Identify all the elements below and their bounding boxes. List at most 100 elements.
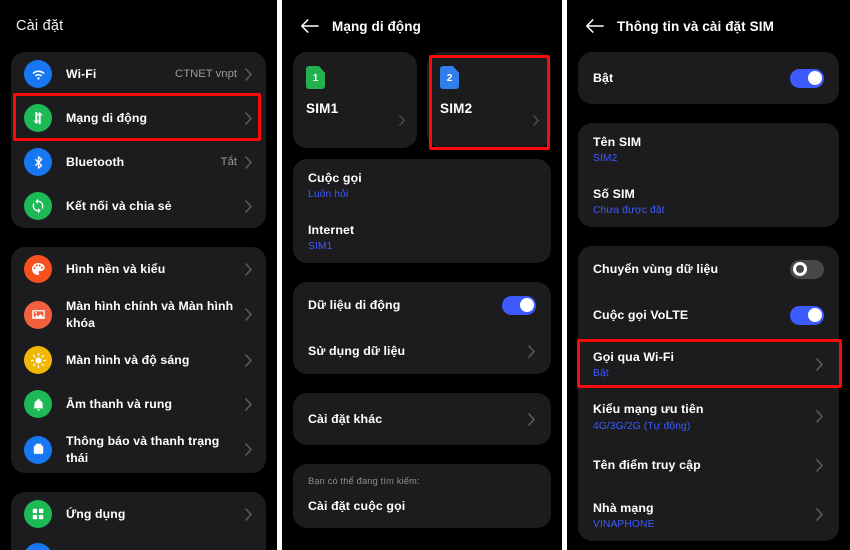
- row-data-usage[interactable]: Sử dụng dữ liệu: [293, 328, 551, 374]
- sidebar-item-label: Mạng di động: [66, 110, 148, 125]
- row-wifi-calling[interactable]: Gọi qua Wi-Fi Bật: [578, 338, 839, 390]
- page-title: Thông tin và cài đặt SIM: [617, 18, 774, 34]
- volte-toggle[interactable]: [790, 305, 824, 325]
- sidebar-item-wallpaper-style[interactable]: Hình nền và kiểu: [11, 247, 266, 291]
- settings-group-connectivity: Wi-Fi CTNET vnpt Mạng di động Bluetooth …: [11, 52, 266, 228]
- sim-tiles: 1 SIM1 2 SIM2: [282, 52, 562, 148]
- row-value: VINAPHONE: [593, 518, 655, 530]
- back-arrow-icon[interactable]: [583, 15, 605, 37]
- row-label: Gọi qua Wi-Fi: [593, 350, 675, 365]
- sidebar-item-wifi[interactable]: Wi-Fi CTNET vnpt: [11, 52, 266, 96]
- row-label: Internet: [308, 223, 355, 238]
- row-label: Nhà mạng: [593, 500, 654, 515]
- chevron-right-icon: [244, 397, 253, 412]
- row-value: 4G/3G/2G (Tự động): [593, 420, 691, 432]
- mobile-data-icon: [24, 104, 52, 132]
- row-label: Cài đặt khác: [308, 412, 383, 427]
- sidebar-item-label: Âm thanh và rung: [66, 396, 173, 411]
- sim-badge-number: 1: [312, 72, 319, 84]
- sidebar-item-label: Thông báo và thanh trạng thái: [66, 434, 220, 465]
- bell-icon: [24, 390, 52, 419]
- chevron-right-icon: [244, 507, 253, 522]
- sidebar-item-label: Ứng dụng: [66, 507, 126, 522]
- other-settings-card: Cài đặt khác: [293, 393, 551, 446]
- row-volte[interactable]: Cuộc gọi VoLTE: [578, 292, 839, 338]
- chevron-right-icon: [398, 114, 406, 132]
- share-icon: [24, 192, 52, 220]
- chevron-right-icon: [527, 412, 536, 427]
- sim-card-icon: 1: [306, 66, 325, 89]
- sidebar-item-apps[interactable]: Ứng dụng: [11, 492, 266, 536]
- row-value: SIM1: [308, 241, 333, 253]
- row-mobile-data[interactable]: Dữ liệu di động: [293, 282, 551, 328]
- partial-icon: [24, 543, 52, 550]
- sim-name: SIM2: [440, 101, 473, 116]
- row-value: Bật: [593, 368, 609, 380]
- sim-tile-1[interactable]: 1 SIM1: [293, 52, 417, 148]
- row-internet[interactable]: Internet SIM1: [293, 211, 551, 263]
- chevron-right-icon: [244, 111, 253, 126]
- sidebar-item-display-brightness[interactable]: Màn hình và độ sáng: [11, 338, 266, 382]
- sim-settings-card: Chuyển vùng dữ liệu Cuộc gọi VoLTE Gọi q…: [578, 246, 839, 541]
- row-calls[interactable]: Cuộc gọi Luôn hỏi: [293, 159, 551, 211]
- page-title: Mạng di động: [332, 18, 421, 34]
- chevron-right-icon: [244, 155, 253, 170]
- hint-value[interactable]: Cài đặt cuộc gọi: [308, 499, 536, 513]
- chevron-right-icon: [527, 344, 536, 359]
- row-label: Dữ liệu di động: [308, 298, 401, 313]
- row-data-roaming[interactable]: Chuyển vùng dữ liệu: [578, 246, 839, 292]
- row-label: Sử dụng dữ liệu: [308, 344, 406, 359]
- mobile-network-header: Mạng di động: [282, 0, 562, 52]
- row-other-settings[interactable]: Cài đặt khác: [293, 393, 551, 445]
- chevron-right-icon: [815, 409, 824, 424]
- chevron-right-icon: [815, 458, 824, 473]
- mobile-data-toggle[interactable]: [502, 295, 536, 315]
- sidebar-item-notifications-statusbar[interactable]: Thông báo và thanh trạng thái: [11, 426, 266, 473]
- wifi-value: CTNET vnpt: [175, 68, 237, 80]
- sidebar-item-label: Wi-Fi: [66, 66, 97, 81]
- sim-tile-2[interactable]: 2 SIM2: [427, 52, 551, 148]
- row-value: Chưa được đặt: [593, 205, 665, 217]
- sidebar-item-mobile-network[interactable]: Mạng di động: [11, 96, 266, 140]
- row-label: Cuộc gọi VoLTE: [593, 308, 689, 323]
- page-title: Cài đặt: [16, 18, 64, 34]
- data-roaming-toggle[interactable]: [790, 259, 824, 279]
- chevron-right-icon: [244, 442, 253, 457]
- row-access-point-names[interactable]: Tên điểm truy cập: [578, 443, 839, 489]
- chevron-right-icon: [532, 114, 540, 132]
- mobile-data-card: Dữ liệu di động Sử dụng dữ liệu: [293, 282, 551, 375]
- chevron-right-icon: [244, 307, 253, 322]
- row-label: Kiểu mạng ưu tiên: [593, 402, 704, 417]
- row-carrier[interactable]: Nhà mạng VINAPHONE: [578, 489, 839, 541]
- chevron-right-icon: [244, 199, 253, 214]
- sim-enable-toggle[interactable]: [790, 68, 824, 88]
- sidebar-item-label: Màn hình và độ sáng: [66, 352, 190, 367]
- settings-header: Cài đặt: [0, 0, 277, 52]
- row-label: Tên SIM: [593, 135, 642, 149]
- row-preferred-network-type[interactable]: Kiểu mạng ưu tiên 4G/3G/2G (Tự động): [578, 390, 839, 442]
- row-sim-number[interactable]: Số SIM Chưa được đặt: [578, 175, 839, 227]
- sidebar-item-bluetooth[interactable]: Bluetooth Tắt: [11, 140, 266, 184]
- sidebar-item-connection-sharing[interactable]: Kết nối và chia sẻ: [11, 184, 266, 228]
- palette-icon: [24, 255, 52, 283]
- apps-grid-icon: [24, 500, 52, 529]
- row-sim-enable[interactable]: Bật: [578, 52, 839, 104]
- sim-info-card: Tên SIM SIM2 Số SIM Chưa được đặt: [578, 123, 839, 228]
- sidebar-item-label: Bluetooth: [66, 154, 125, 169]
- sidebar-item-label: Kết nối và chia sẻ: [66, 198, 172, 213]
- row-label: Cuộc gọi: [308, 171, 362, 185]
- three-panel-screenshot: Cài đặt Wi-Fi CTNET vnpt Mạng di động Bl…: [0, 0, 850, 550]
- back-arrow-icon[interactable]: [298, 15, 320, 37]
- settings-group-apps: Ứng dụng: [11, 492, 266, 550]
- chevron-right-icon: [815, 507, 824, 522]
- sidebar-item-sound-vibration[interactable]: Âm thanh và rung: [11, 382, 266, 426]
- row-label: Tên điểm truy cập: [593, 458, 701, 473]
- sidebar-item-home-lock-screen[interactable]: Màn hình chính và Màn hình khóa: [11, 291, 266, 338]
- row-label: Chuyển vùng dữ liệu: [593, 262, 719, 277]
- row-value: Luôn hỏi: [308, 189, 349, 201]
- sidebar-item-label: Hình nền và kiểu: [66, 261, 166, 276]
- row-sim-name[interactable]: Tên SIM SIM2: [578, 123, 839, 175]
- notification-icon: [24, 435, 52, 464]
- sim-info-header: Thông tin và cài đặt SIM: [567, 0, 850, 52]
- sidebar-item-partial[interactable]: [11, 536, 266, 550]
